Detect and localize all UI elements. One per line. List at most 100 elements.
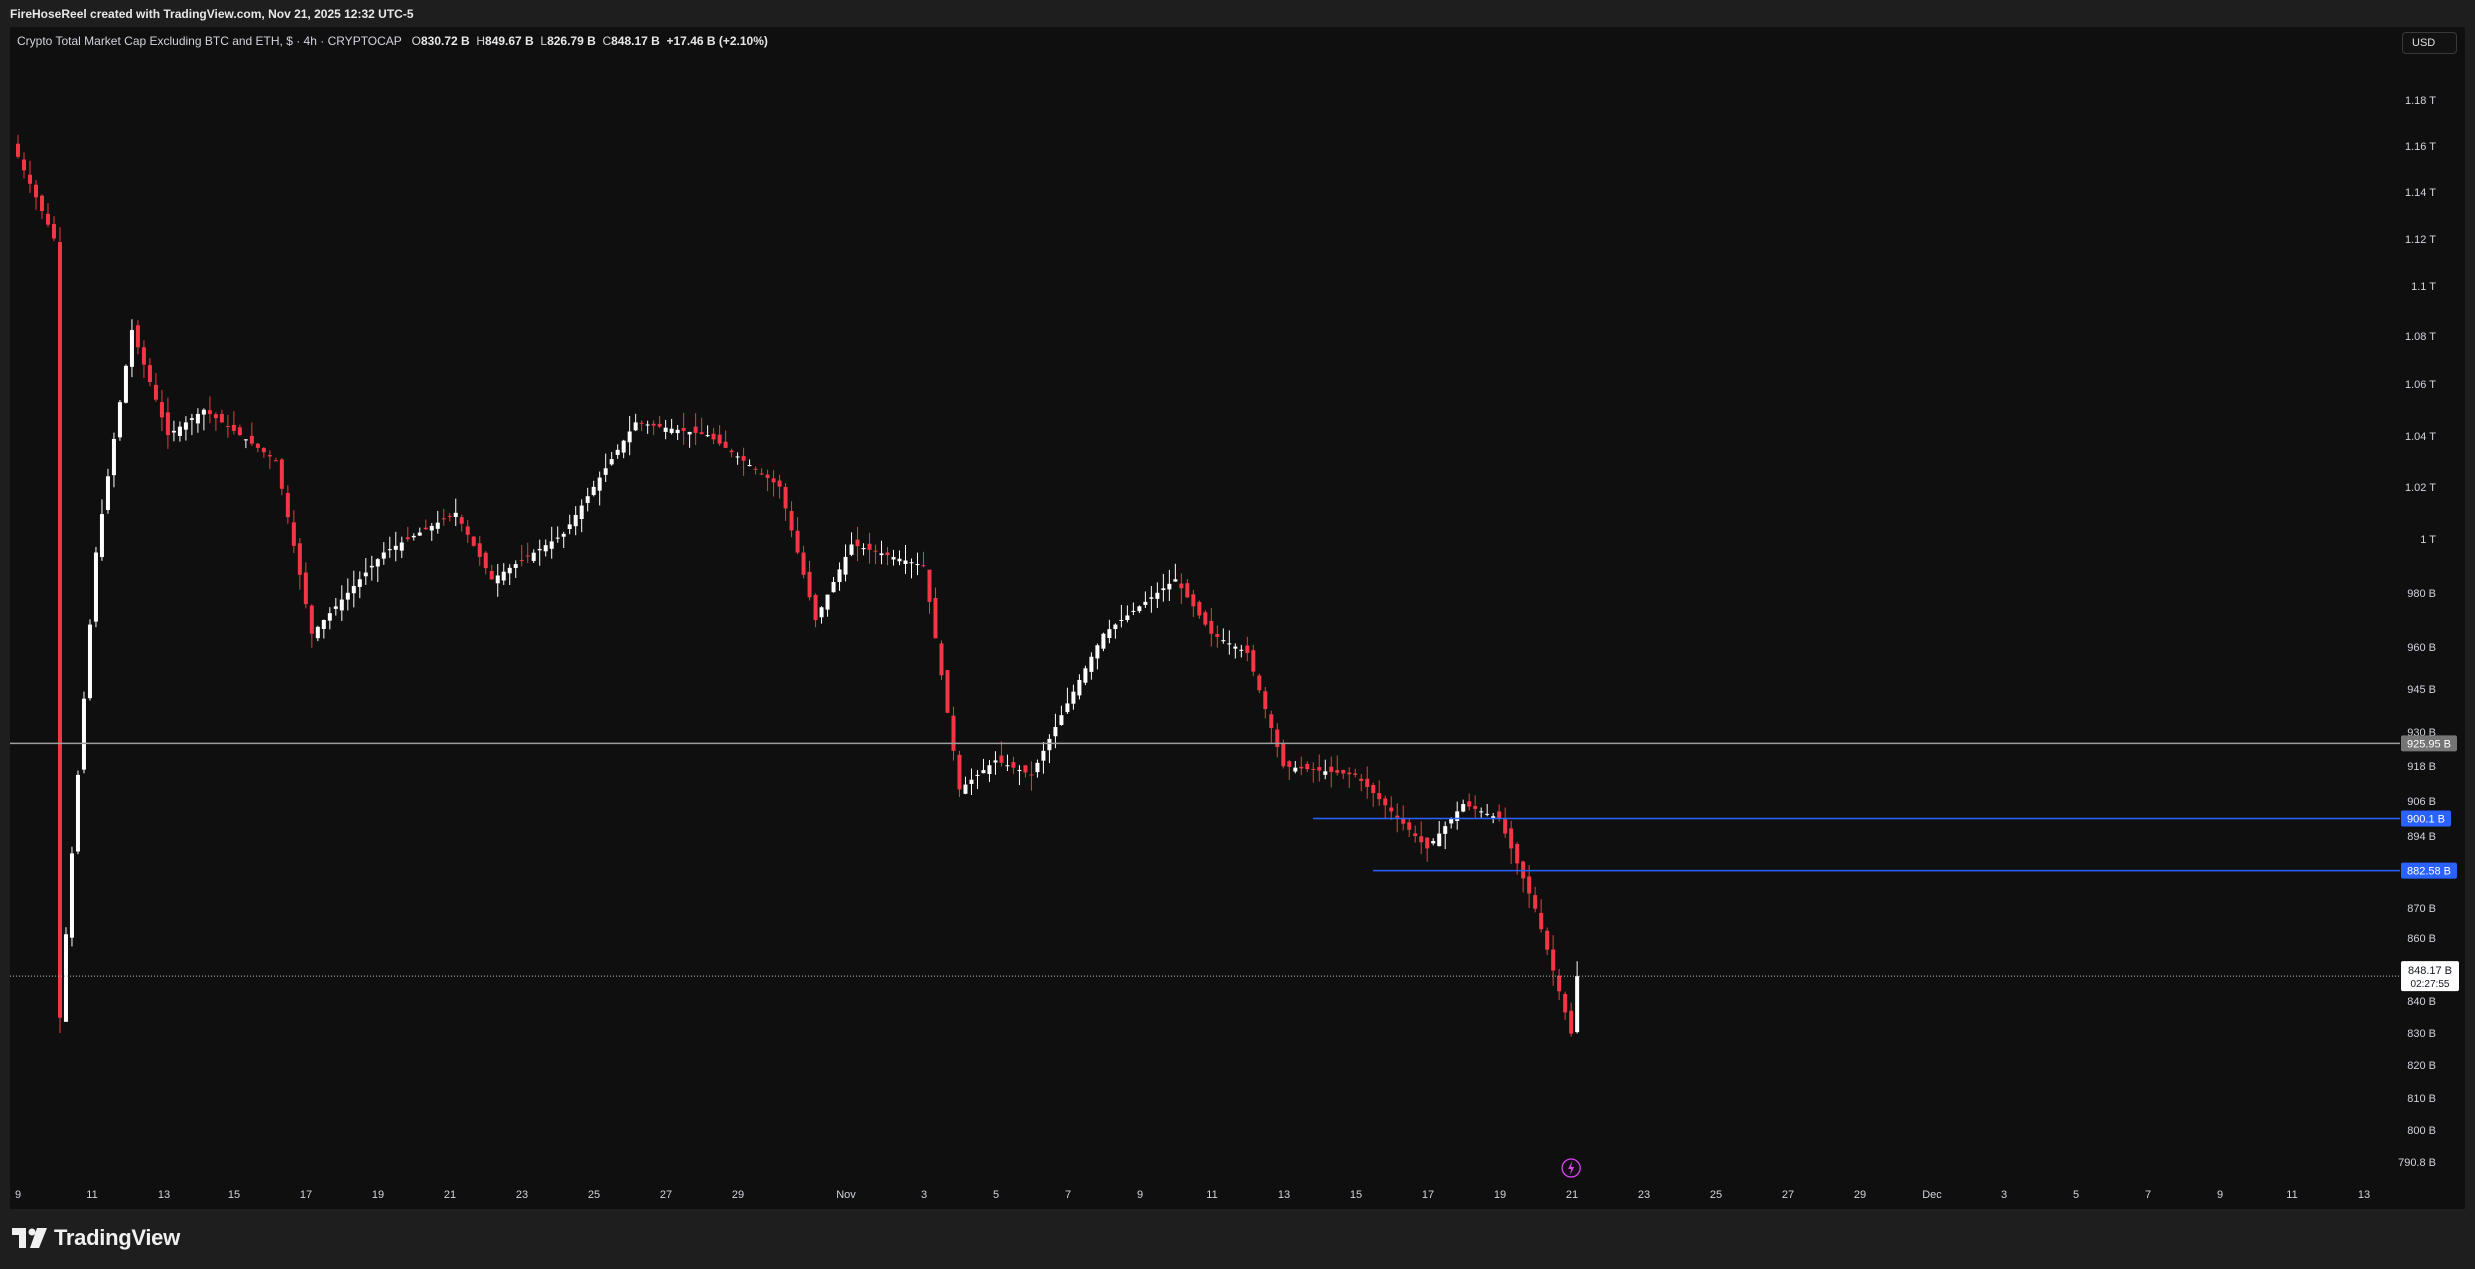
candle-body [1101, 633, 1106, 649]
time-axis-label: 19 [1494, 1189, 1506, 1201]
time-axis-label: 23 [1638, 1189, 1650, 1201]
candle-body [1353, 773, 1358, 775]
candle-body [87, 624, 92, 699]
candle-body [1149, 597, 1154, 599]
candle-body [369, 565, 374, 568]
candle-body [159, 402, 164, 418]
candle-body [729, 450, 734, 453]
candle-body [1143, 601, 1148, 605]
candle-body [33, 184, 38, 198]
price-axis-label: 790.8 B [2398, 1157, 2436, 1169]
time-axis-label: 27 [660, 1189, 672, 1201]
candle-body [1269, 714, 1274, 728]
candle-body [1425, 837, 1430, 849]
candle-body [831, 581, 836, 593]
time-axis-label: 25 [588, 1189, 600, 1201]
time-axis-label: 7 [1065, 1189, 1071, 1201]
symbol-legend[interactable]: Crypto Total Market Cap Excluding BTC an… [17, 34, 768, 48]
candle-body [753, 468, 758, 470]
candle-body [1569, 1010, 1574, 1034]
candle-body [1041, 750, 1046, 761]
candle-body [669, 428, 674, 433]
time-axis-label: 11 [2286, 1189, 2297, 1201]
time-axis-label: 9 [2217, 1189, 2223, 1201]
candle-body [693, 426, 698, 433]
price-axis-label: 1 T [2420, 534, 2436, 546]
candle-body [291, 522, 296, 546]
time-axis-label: 13 [1278, 1189, 1290, 1201]
time-axis-label: 29 [1854, 1189, 1866, 1201]
candle-body [327, 613, 332, 621]
candle-body [849, 544, 854, 555]
candle-body [1251, 650, 1256, 672]
candle-body [1557, 975, 1562, 992]
candlestick-chart[interactable]: 1.18 T 1.16 T 1.14 T 1.12 T 1.1 T 1.08 T 1.06 … [0, 0, 2475, 1269]
time-axis-label: 3 [921, 1189, 927, 1201]
time-axis-label: 3 [2001, 1189, 2007, 1201]
candle-body [1503, 819, 1508, 834]
candle-body [1275, 729, 1280, 748]
brand-name: TradingView [54, 1225, 180, 1250]
candle-body [567, 524, 572, 529]
time-axis-label: 11 [86, 1189, 97, 1201]
candle-body [897, 558, 902, 562]
time-axis-label: 21 [444, 1189, 456, 1201]
open-value: 830.72 B [420, 34, 470, 48]
candle-body [1527, 876, 1532, 894]
candle-body [573, 514, 578, 527]
tradingview-logo[interactable]: TradingView [12, 1225, 180, 1251]
candle-body [441, 518, 446, 520]
candle-body [129, 330, 134, 367]
candle-body [975, 774, 980, 776]
candle-body [1437, 833, 1442, 847]
price-axis-label: 800 B [2407, 1125, 2436, 1137]
candle-body [399, 542, 404, 551]
tradingview-logo-icon [12, 1228, 47, 1248]
price-axis-label: 960 B [2407, 642, 2436, 654]
candle-body [855, 539, 860, 547]
candle-body [933, 597, 938, 639]
candle-body [1377, 793, 1382, 800]
candle-body [1017, 770, 1022, 772]
candle-body [483, 552, 488, 569]
currency-button[interactable]: USD [2402, 32, 2457, 54]
candle-body [705, 435, 710, 437]
candle-body [16, 143, 20, 157]
candle-body [1365, 778, 1370, 788]
candle-body [57, 242, 62, 1018]
candle-body [735, 456, 740, 458]
candle-body [747, 465, 752, 467]
candle-body [309, 605, 314, 634]
candle-body [1317, 767, 1322, 771]
candle-body [987, 765, 992, 775]
candle-body [1173, 579, 1178, 582]
candle-body [99, 514, 104, 558]
candle-body [417, 532, 422, 536]
candle-body [75, 774, 80, 852]
time-axis-label: 13 [158, 1189, 170, 1201]
candle-body [1341, 770, 1346, 774]
candle-body [1443, 826, 1448, 834]
candle-body [1191, 594, 1196, 607]
candle-body [585, 496, 590, 503]
candle-body [171, 430, 176, 433]
price-axis-label: 1.14 T [2405, 187, 2436, 199]
candle-body [1107, 629, 1112, 639]
candle-body [717, 434, 722, 444]
candle-body [921, 565, 926, 567]
candle-body [561, 533, 566, 537]
close-value: 848.17 B [611, 34, 660, 48]
candle-body [27, 174, 32, 184]
candle-body [663, 427, 668, 432]
candle-body [1167, 583, 1172, 590]
price-axis-label: 980 B [2407, 588, 2436, 600]
lightning-glyph [1568, 1161, 1575, 1175]
candle-body [825, 594, 830, 610]
candle-body [1137, 606, 1142, 612]
candle-body [993, 760, 998, 763]
candle-body [429, 525, 434, 531]
change-value: +17.46 B (+2.10%) [666, 34, 768, 48]
time-axis-label: 9 [1137, 1189, 1143, 1201]
price-axis-label: 1.18 T [2405, 95, 2436, 107]
candle-body [591, 486, 596, 496]
